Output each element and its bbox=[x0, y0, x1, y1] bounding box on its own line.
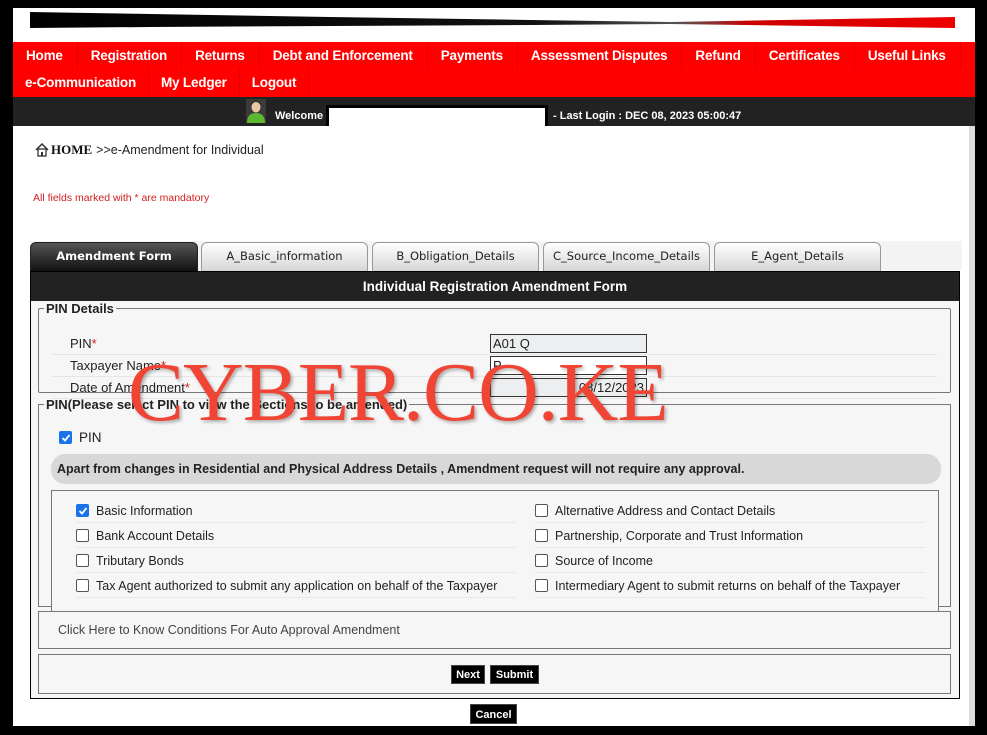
option-label: Source of Income bbox=[555, 553, 653, 568]
date-of-amendment-input[interactable]: 08/12/2023 bbox=[490, 378, 647, 397]
page-frame: Home Registration Returns Debt and Enfor… bbox=[13, 8, 975, 726]
option-label: Partnership, Corporate and Trust Informa… bbox=[555, 528, 804, 543]
form-actions: Next Submit bbox=[38, 654, 951, 694]
bank-account-details-checkbox[interactable] bbox=[76, 529, 89, 542]
menu-certificates[interactable]: Certificates bbox=[756, 42, 855, 69]
home-icon[interactable] bbox=[35, 143, 49, 157]
menu-assessment-disputes[interactable]: Assessment Disputes bbox=[518, 42, 683, 69]
menu-e-communication[interactable]: e-Communication bbox=[13, 69, 150, 96]
tab-source-income-details[interactable]: C_Source_Income_Details bbox=[543, 242, 710, 271]
breadcrumb: HOME >>e-Amendment for Individual bbox=[35, 142, 264, 158]
pin-checkbox-label: PIN bbox=[79, 430, 102, 445]
approval-note: Apart from changes in Residential and Ph… bbox=[51, 454, 941, 484]
pin-details-legend: PIN Details bbox=[46, 301, 114, 316]
header-banner bbox=[13, 8, 975, 42]
breadcrumb-home-link[interactable]: HOME bbox=[51, 142, 92, 158]
menu-returns[interactable]: Returns bbox=[182, 42, 260, 69]
tab-agent-details[interactable]: E_Agent_Details bbox=[714, 242, 881, 271]
pin-input[interactable]: A01 Q bbox=[490, 334, 647, 353]
option-source-of-income: Source of Income bbox=[535, 549, 925, 573]
option-label: Tax Agent authorized to submit any appli… bbox=[96, 578, 498, 593]
taxpayer-name-row: Taxpayer Name* P bbox=[52, 356, 937, 377]
option-alternative-address: Alternative Address and Contact Details bbox=[535, 499, 925, 523]
menu-registration[interactable]: Registration bbox=[78, 42, 183, 69]
welcome-bar: Welcome - Last Login : DEC 08, 2023 05:0… bbox=[13, 97, 975, 129]
option-label: Intermediary Agent to submit returns on … bbox=[555, 578, 901, 593]
menu-refund[interactable]: Refund bbox=[682, 42, 756, 69]
menu-useful-links[interactable]: Useful Links bbox=[855, 42, 961, 69]
menu-row-1: Home Registration Returns Debt and Enfor… bbox=[13, 42, 975, 69]
mandatory-fields-note: All fields marked with * are mandatory bbox=[33, 192, 210, 204]
option-label: Basic Information bbox=[96, 503, 193, 518]
option-tax-agent: Tax Agent authorized to submit any appli… bbox=[76, 574, 516, 598]
breadcrumb-current: >>e-Amendment for Individual bbox=[96, 143, 264, 157]
menu-payments[interactable]: Payments bbox=[428, 42, 518, 69]
pin-checkbox-row: PIN bbox=[59, 430, 102, 445]
basic-information-checkbox[interactable] bbox=[76, 504, 89, 517]
tab-basic-information[interactable]: A_Basic_information bbox=[201, 242, 368, 271]
partnership-corporate-trust-checkbox[interactable] bbox=[535, 529, 548, 542]
menu-row-2: e-Communication My Ledger Logout bbox=[13, 69, 975, 96]
amendment-form: Individual Registration Amendment Form P… bbox=[30, 271, 960, 699]
cancel-button[interactable]: Cancel bbox=[470, 704, 517, 724]
main-content: HOME >>e-Amendment for Individual All fi… bbox=[13, 126, 975, 726]
amendment-sections-box: Basic Information Bank Account Details T… bbox=[51, 490, 939, 612]
menu-debt-enforcement[interactable]: Debt and Enforcement bbox=[260, 42, 428, 69]
date-of-amendment-label: Date of Amendment* bbox=[70, 380, 190, 395]
submit-button[interactable]: Submit bbox=[490, 665, 539, 684]
taxpayer-name-label: Taxpayer Name* bbox=[70, 358, 167, 373]
option-tributary-bonds: Tributary Bonds bbox=[76, 549, 516, 573]
menu-logout[interactable]: Logout bbox=[240, 69, 310, 96]
last-login-text: - Last Login : DEC 08, 2023 05:00:47 bbox=[553, 110, 742, 122]
next-button[interactable]: Next bbox=[451, 665, 485, 684]
menu-home[interactable]: Home bbox=[13, 42, 78, 69]
taxpayer-name-input[interactable]: P bbox=[490, 356, 647, 375]
menu-my-ledger[interactable]: My Ledger bbox=[149, 69, 240, 96]
tax-agent-checkbox[interactable] bbox=[76, 579, 89, 592]
option-label: Alternative Address and Contact Details bbox=[555, 503, 776, 518]
alternative-address-checkbox[interactable] bbox=[535, 504, 548, 517]
main-menu: Home Registration Returns Debt and Enfor… bbox=[13, 42, 975, 97]
pin-label: PIN* bbox=[70, 336, 97, 351]
form-title: Individual Registration Amendment Form bbox=[31, 272, 959, 301]
user-avatar-icon bbox=[246, 99, 266, 123]
auto-approval-conditions-link[interactable]: Click Here to Know Conditions For Auto A… bbox=[38, 611, 951, 649]
pin-select-section: PIN(Please select PIN to view the Sectio… bbox=[38, 397, 951, 612]
pin-details-section: PIN Details PIN* A01 Q Taxpayer Name* P … bbox=[38, 301, 951, 399]
option-intermediary-agent: Intermediary Agent to submit returns on … bbox=[535, 574, 925, 598]
tributary-bonds-checkbox[interactable] bbox=[76, 554, 89, 567]
option-partnership-corporate-trust: Partnership, Corporate and Trust Informa… bbox=[535, 524, 925, 548]
option-label: Tributary Bonds bbox=[96, 553, 184, 568]
welcome-label: Welcome bbox=[275, 110, 324, 122]
source-of-income-checkbox[interactable] bbox=[535, 554, 548, 567]
tab-amendment-form[interactable]: Amendment Form bbox=[30, 242, 198, 271]
tab-obligation-details[interactable]: B_Obligation_Details bbox=[372, 242, 539, 271]
option-basic-information: Basic Information bbox=[76, 499, 516, 523]
pin-row: PIN* A01 Q bbox=[52, 334, 937, 355]
option-label: Bank Account Details bbox=[96, 528, 215, 543]
intermediary-agent-checkbox[interactable] bbox=[535, 579, 548, 592]
option-bank-account-details: Bank Account Details bbox=[76, 524, 516, 548]
pin-select-legend: PIN(Please select PIN to view the Sectio… bbox=[46, 397, 408, 412]
banner-stripe-graphic bbox=[30, 12, 955, 28]
pin-checkbox[interactable] bbox=[59, 431, 72, 444]
date-of-amendment-row: Date of Amendment* 08/12/2023 bbox=[52, 378, 937, 399]
